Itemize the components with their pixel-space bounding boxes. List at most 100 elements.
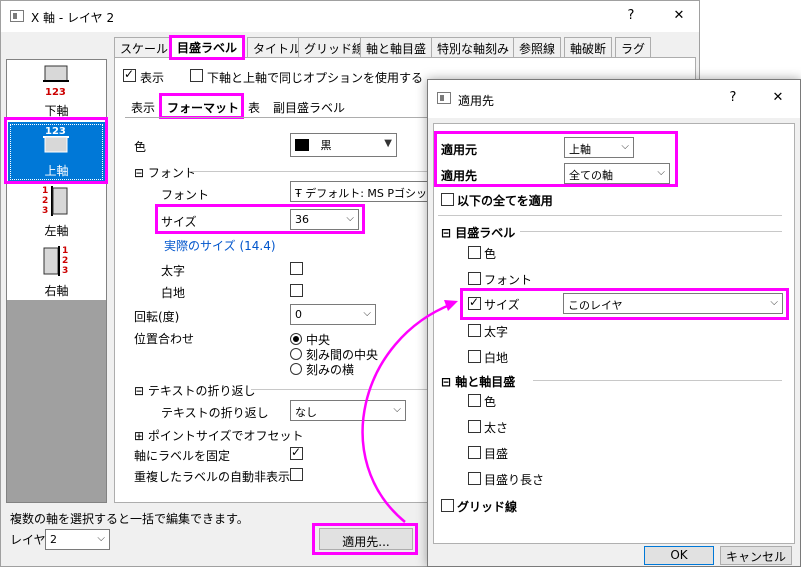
axis-item-label: 左軸 xyxy=(44,224,69,238)
wrap-section[interactable]: ⊟ テキストの折り返し xyxy=(134,382,256,399)
svg-text:3: 3 xyxy=(62,266,68,276)
axis-item-left[interactable]: 123 左軸 xyxy=(8,182,105,242)
highlight-size xyxy=(155,204,365,234)
axis-item-label: 目盛り長さ xyxy=(484,473,545,487)
align-between-radio[interactable] xyxy=(290,348,302,360)
tick-white-bg-checkbox[interactable] xyxy=(468,350,481,363)
grid-label: グリッド線 xyxy=(457,500,518,514)
tab-rug[interactable]: ラグ xyxy=(615,37,652,57)
point-size-offset-section[interactable]: ⊞ ポイントサイズでオフセット xyxy=(134,427,304,444)
tab-reference-lines[interactable]: 参照線 xyxy=(513,37,562,57)
cancel-button[interactable]: キャンセル xyxy=(720,546,792,565)
show-label: 表示 xyxy=(140,71,165,85)
highlight-top-axis xyxy=(4,117,108,184)
help-button[interactable]: ? xyxy=(723,90,743,105)
axis-tick-length-checkbox[interactable] xyxy=(468,472,481,485)
tick-label-section[interactable]: ⊟ 目盛ラベル xyxy=(441,224,515,241)
tab-special-ticks[interactable]: 特別な軸刻み xyxy=(431,37,516,57)
svg-text:1: 1 xyxy=(62,246,68,256)
same-option-checkbox[interactable] xyxy=(190,69,203,82)
font-section[interactable]: ⊟ フォント xyxy=(134,164,196,181)
axis-item-right[interactable]: 123 右軸 xyxy=(8,242,105,302)
chevron-down-icon: ⌵ xyxy=(363,308,371,319)
section-divider xyxy=(520,231,782,232)
chevron-down-icon: ⌵ xyxy=(97,533,105,544)
wrap-label: テキストの折り返し xyxy=(161,406,269,420)
tick-item-label: フォント xyxy=(484,273,533,287)
subtab-display[interactable]: 表示 xyxy=(131,99,155,116)
section-divider xyxy=(533,380,782,381)
app-icon xyxy=(10,10,24,22)
actual-size-label: 実際のサイズ (14.4) xyxy=(164,239,276,253)
white-bg-checkbox[interactable] xyxy=(290,284,303,297)
highlight-format-tab xyxy=(159,93,244,119)
color-value: 黒 xyxy=(320,139,332,152)
svg-text:2: 2 xyxy=(42,196,48,206)
layer-label: レイヤ xyxy=(10,533,46,547)
tick-font-checkbox[interactable] xyxy=(468,272,481,285)
help-button[interactable]: ? xyxy=(621,8,641,23)
close-button[interactable]: ✕ xyxy=(669,8,689,23)
svg-text:1: 1 xyxy=(42,186,48,196)
auto-hide-checkbox[interactable] xyxy=(290,468,303,481)
tab-axis-ticks[interactable]: 軸と軸目盛 xyxy=(360,37,433,57)
white-bg-label: 白地 xyxy=(161,286,186,300)
auto-hide-label: 重複したラベルの自動非表示 xyxy=(134,470,291,484)
tab-scale[interactable]: スケール xyxy=(114,37,175,57)
align-label: 位置合わせ xyxy=(134,332,195,346)
subtab-table[interactable]: 表 xyxy=(248,99,260,116)
window-title: X 軸 - レイヤ 2 xyxy=(31,11,115,25)
fix-label: 軸にラベルを固定 xyxy=(134,449,231,463)
wrap-select[interactable]: なし ⌵ xyxy=(290,400,406,421)
right-axis-icon: 123 xyxy=(43,246,68,276)
chevron-down-icon: ▼ xyxy=(384,138,392,149)
apply-all-label: 以下の全てを適用 xyxy=(457,194,553,208)
title-bar: X 軸 - レイヤ 2 ? ✕ xyxy=(1,1,699,32)
grid-checkbox[interactable] xyxy=(441,499,454,512)
bottom-axis-icon: 123 xyxy=(43,65,69,98)
axis-item-bottom[interactable]: 123 下軸 xyxy=(8,62,105,122)
svg-text:123: 123 xyxy=(45,87,66,98)
color-label: 色 xyxy=(134,140,147,154)
rotate-select[interactable]: 0 ⌵ xyxy=(290,304,376,325)
color-select[interactable]: 黒 ▼ xyxy=(290,133,397,157)
ok-button[interactable]: OK xyxy=(644,546,714,565)
font-select[interactable]: Ŧ デフォルト: MS Pゴシック xyxy=(290,181,430,202)
left-axis-icon: 123 xyxy=(42,186,68,216)
truetype-icon: Ŧ xyxy=(295,187,302,200)
highlight-apply-button xyxy=(312,523,418,555)
axis-thickness-checkbox[interactable] xyxy=(468,420,481,433)
apply-all-checkbox[interactable] xyxy=(441,193,454,206)
align-center-radio[interactable] xyxy=(290,333,302,345)
apply-to-dialog: 適用先 ? ✕ 適用元 上軸 ⌵ 適用先 全ての軸 ⌵ 以下の全てを適用 ⊟ 目… xyxy=(427,79,801,567)
svg-text:2: 2 xyxy=(62,256,68,266)
subtab-minor-labels[interactable]: 副目盛ラベル xyxy=(273,99,345,116)
bold-label: 太字 xyxy=(161,264,186,278)
layer-select[interactable]: 2 ⌵ xyxy=(45,529,110,550)
hint-text: 複数の軸を選択すると一括で編集できます。 xyxy=(10,512,249,526)
axis-item-label: 目盛 xyxy=(484,447,509,461)
highlight-from-to xyxy=(434,131,678,187)
axis-section[interactable]: ⊟ 軸と軸目盛 xyxy=(441,373,515,390)
window-title: 適用先 xyxy=(458,94,495,108)
bold-checkbox[interactable] xyxy=(290,262,303,275)
section-divider xyxy=(438,215,782,216)
align-side-radio[interactable] xyxy=(290,363,302,375)
axis-color-checkbox[interactable] xyxy=(468,394,481,407)
tick-item-label: 色 xyxy=(484,247,497,261)
highlight-size-row xyxy=(460,288,789,320)
close-button[interactable]: ✕ xyxy=(768,90,788,105)
app-icon xyxy=(437,92,451,104)
highlight-tab xyxy=(169,35,245,60)
section-divider xyxy=(189,171,429,172)
same-option-label: 下軸と上軸で同じオプションを使用する xyxy=(207,71,424,85)
axis-tick-checkbox[interactable] xyxy=(468,446,481,459)
color-swatch xyxy=(295,139,309,151)
tab-axis-break[interactable]: 軸破断 xyxy=(564,37,613,57)
tick-bold-checkbox[interactable] xyxy=(468,324,481,337)
tick-color-checkbox[interactable] xyxy=(468,246,481,259)
show-checkbox[interactable] xyxy=(123,67,136,82)
fix-checkbox[interactable] xyxy=(290,445,303,460)
font-label: フォント xyxy=(161,188,210,202)
svg-text:3: 3 xyxy=(42,206,48,216)
